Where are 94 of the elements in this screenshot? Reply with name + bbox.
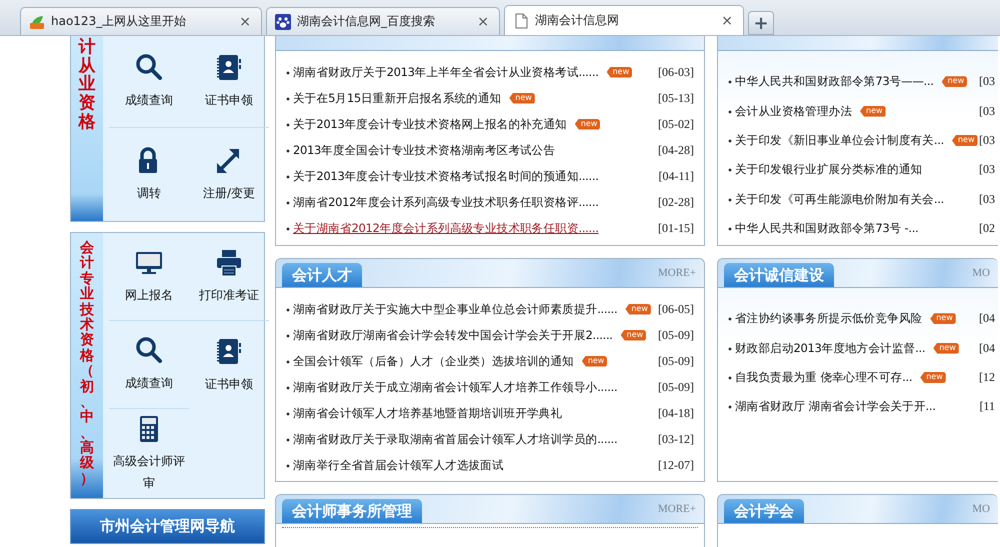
news-date: [06-03]	[658, 64, 694, 80]
news-date: [05-02]	[658, 116, 694, 132]
new-tag: new	[582, 356, 608, 366]
leaf-icon	[29, 14, 45, 30]
shortcut-label: 注册/变更	[202, 184, 256, 202]
shortcut-item[interactable]: 证书申领	[189, 36, 269, 128]
news-link[interactable]: 湖南省会计领军人才培养基地暨首期培训班开学典礼	[286, 406, 562, 420]
news-link[interactable]: 会计从业资格管理办法	[728, 104, 852, 119]
news-link[interactable]: 湖南省财政厅湖南省会计学会转发中国会计学会关于开展2......	[286, 328, 613, 342]
shortcut-item[interactable]: 成绩查询	[109, 36, 189, 128]
new-tag: new	[620, 330, 646, 340]
news-link[interactable]: 湖南省财政厅 湖南省会计学会关于开...	[728, 399, 936, 414]
new-tag: new	[933, 342, 959, 354]
news-date: [02	[979, 221, 995, 236]
news-date: [03	[979, 162, 995, 178]
new-tag: new	[920, 372, 946, 383]
new-tag: new	[860, 106, 886, 117]
news-link[interactable]: 中华人民共和国财政部令第73号 -...	[728, 221, 918, 236]
browser-tab[interactable]: 湖南会计信息网_百度搜索 ×	[266, 7, 500, 35]
new-tag: new	[952, 134, 978, 146]
news-date: [03	[979, 74, 995, 90]
news-link[interactable]: 2013年度全国会计专业技术资格湖南考区考试公告	[286, 142, 556, 158]
new-tag: new	[509, 92, 535, 104]
new-tag: new	[930, 313, 956, 324]
news-date: [05-13]	[658, 90, 694, 106]
browser-tab[interactable]: hao123_上网从这里开始 ×	[20, 7, 262, 35]
browser-tab[interactable]: 湖南会计信息网 ×	[504, 5, 744, 35]
side-banner-title: 会计专业技术资格（初、中、高级）	[80, 241, 94, 489]
shortcut-item[interactable]: 网上报名	[109, 233, 189, 321]
news-link[interactable]: 关于印发《可再生能源电价附加有关会...	[728, 192, 944, 207]
news-link[interactable]: 中华人民共和国财政部令第73号——...	[728, 74, 934, 90]
news-link[interactable]: 湖南省财政厅关于成立湖南省会计领军人才培养工作领导小......	[286, 380, 618, 394]
shortcut-label: 调转	[136, 184, 162, 202]
close-tab-button[interactable]: ×	[239, 14, 251, 30]
news-link[interactable]: 全国会计领军（后备）人才（企业类）选拔培训的通知	[286, 354, 574, 368]
tab-title: 湖南会计信息网_百度搜索	[297, 13, 436, 30]
news-date: [04-18]	[658, 406, 694, 420]
close-tab-button[interactable]: ×	[477, 14, 489, 30]
new-tag: new	[942, 76, 968, 88]
news-link[interactable]: 关于湖南省2012年度会计系列高级专业技术职务任职资......	[286, 220, 599, 236]
page-icon	[513, 12, 529, 28]
news-link[interactable]: 关于在5月15日重新开启报名系统的通知	[286, 90, 502, 106]
news-link[interactable]: 关于2013年度会计专业技术资格网上报名的补充通知	[286, 116, 567, 132]
new-tag: new	[606, 66, 632, 78]
shortcut-item[interactable]: 证书申领	[189, 321, 269, 409]
news-link[interactable]: 关于印发《新旧事业单位会计制度有关...	[728, 132, 944, 148]
news-link[interactable]: 关于印发银行业扩展分类标准的通知	[728, 162, 922, 178]
shortcut-label: 成绩查询	[124, 375, 174, 392]
news-date: [06-05]	[658, 302, 694, 316]
news-date: [12	[979, 370, 995, 385]
shortcut-label: 打印准考证	[198, 287, 260, 304]
news-link[interactable]: 湖南省财政厅关于录取湖南省首届会计领军人才培训学员的......	[286, 432, 618, 446]
news-date: [04	[979, 311, 995, 326]
news-date: [12-07]	[658, 458, 694, 472]
news-link[interactable]: 湖南省财政厅关于2013年上半年全省会计从业资格考试......	[286, 64, 599, 80]
news-date: [03	[979, 132, 995, 148]
shortcut-label: 网上报名	[124, 287, 174, 304]
close-tab-button[interactable]: ×	[721, 12, 733, 28]
news-date: [03	[979, 104, 995, 119]
shortcut-label: 成绩查询	[124, 92, 174, 109]
news-date: [01-15]	[658, 220, 694, 236]
news-date: [04	[979, 340, 995, 356]
shortcut-label: 证书申领	[204, 92, 254, 109]
tab-title: hao123_上网从这里开始	[51, 13, 188, 30]
shortcut-label: 证书申领	[204, 376, 254, 392]
tab-title: 湖南会计信息网	[535, 12, 620, 29]
news-date: [02-28]	[658, 194, 694, 210]
shortcut-label: 高级会计师评审	[112, 452, 186, 492]
nav-title: 市州会计管理网导航	[100, 517, 235, 536]
news-link[interactable]: 湖南举行全省首届会计领军人才选拔面试	[286, 458, 504, 472]
news-date: [03-12]	[658, 432, 694, 446]
shortcut-item[interactable]: 调转	[109, 128, 189, 220]
shortcut-item[interactable]: 高级会计师评审	[109, 409, 189, 497]
news-date: [05-09]	[658, 328, 694, 342]
news-date: [05-09]	[658, 380, 694, 394]
news-date: [04-28]	[658, 142, 694, 158]
news-link[interactable]: 湖南省2012年度会计系列高级专业技术职务任职资格评......	[286, 194, 599, 210]
news-link[interactable]: 湖南省财政厅关于实施大中型企事业单位总会计师素质提升......	[286, 302, 618, 316]
shortcut-item[interactable]: 成绩查询	[109, 321, 189, 409]
news-link[interactable]: 省注协约谈事务所提示低价竞争风险	[728, 311, 922, 326]
news-link[interactable]: 自我负责最为重 侥幸心理不可存...	[728, 370, 912, 385]
news-date: [03	[979, 192, 995, 207]
shortcut-item[interactable]: 打印准考证	[189, 233, 269, 321]
news-date: [04-11]	[658, 168, 694, 184]
side-banner-title: 计从业资格	[78, 38, 96, 134]
news-date: [05-09]	[658, 354, 694, 368]
news-link[interactable]: 关于2013年度会计专业技术资格考试报名时间的预通知......	[286, 168, 599, 184]
shortcut-item[interactable]: 注册/变更	[189, 128, 269, 220]
news-date: [11	[979, 399, 995, 414]
new-tag: new	[574, 118, 600, 130]
new-tab-button[interactable]: +	[748, 11, 774, 35]
new-tag: new	[625, 304, 651, 314]
paw-icon	[275, 14, 291, 30]
news-link[interactable]: 财政部启动2013年度地方会计监督...	[728, 340, 926, 356]
